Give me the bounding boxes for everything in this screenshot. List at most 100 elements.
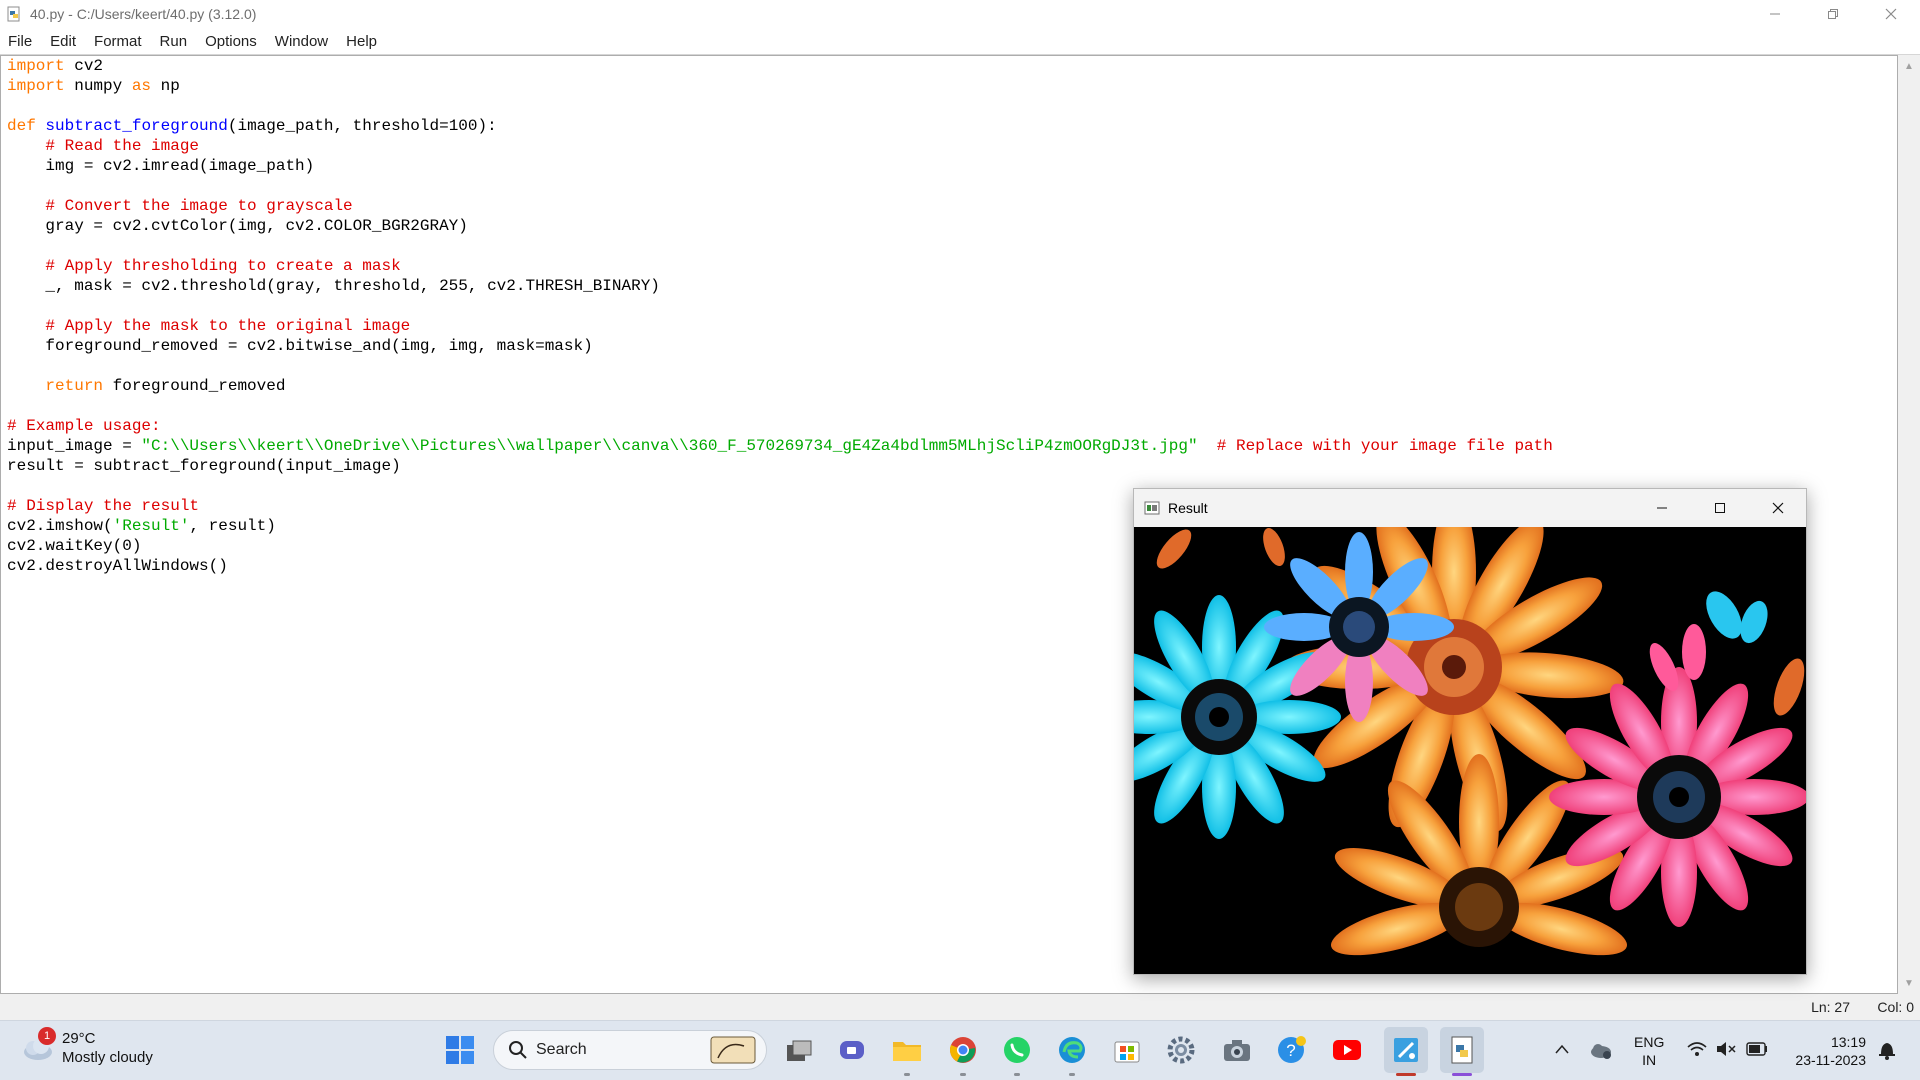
python-file-icon <box>1451 1036 1473 1064</box>
code-line[interactable]: # Apply thresholding to create a mask <box>7 256 1553 276</box>
code-line[interactable] <box>7 96 1553 116</box>
edge-button[interactable] <box>1056 1034 1088 1066</box>
weather-description: Mostly cloudy <box>62 1049 153 1066</box>
clock-time: 13:19 <box>1830 1034 1866 1050</box>
teams-chat-button[interactable] <box>836 1035 868 1067</box>
close-button[interactable] <box>1862 0 1920 28</box>
code-line[interactable]: foreground_removed = cv2.bitwise_and(img… <box>7 336 1553 356</box>
python-editor-taskbar-button[interactable] <box>1440 1027 1484 1073</box>
code-token: # Replace with your image file path <box>1216 437 1553 455</box>
code-line[interactable]: def subtract_foreground(image_path, thre… <box>7 116 1553 136</box>
code-token: return <box>45 377 104 395</box>
code-line[interactable]: _, mask = cv2.threshold(gray, threshold,… <box>7 276 1553 296</box>
python-shell-icon <box>1394 1038 1418 1062</box>
whatsapp-button[interactable] <box>1001 1034 1033 1066</box>
clock-date: 23-11-2023 <box>1795 1052 1866 1068</box>
code-token: subtract_foreground <box>45 117 228 135</box>
code-line[interactable]: # Read the image <box>7 136 1553 156</box>
code-token: # Convert the image to grayscale <box>45 197 353 215</box>
code-token: # Example usage: <box>7 417 161 435</box>
windows-start-icon <box>446 1036 474 1064</box>
result-minimize-button[interactable] <box>1633 489 1691 527</box>
code-line[interactable] <box>7 236 1553 256</box>
get-help-button[interactable]: ? <box>1276 1034 1308 1066</box>
taskbar-search-box[interactable]: Search <box>493 1030 767 1070</box>
python-file-icon <box>7 6 20 22</box>
minimize-icon <box>1657 507 1667 509</box>
code-line[interactable]: # Apply the mask to the original image <box>7 316 1553 336</box>
idle-active-indicator <box>1396 1073 1416 1076</box>
search-icon <box>509 1041 527 1059</box>
vertical-scrollbar[interactable]: ▲ ▼ <box>1898 55 1920 994</box>
menu-edit[interactable]: Edit <box>41 33 85 50</box>
restore-button[interactable] <box>1804 0 1862 28</box>
code-token: foreground_removed = cv2.bitwise_and(img… <box>7 337 593 355</box>
code-token: cv2.destroyAllWindows() <box>7 557 228 575</box>
menu-options[interactable]: Options <box>196 33 266 50</box>
chrome-button[interactable] <box>947 1034 979 1066</box>
weather-temperature: 29°C <box>62 1030 96 1047</box>
task-view-button[interactable] <box>783 1035 815 1067</box>
search-highlight-icon <box>710 1036 756 1064</box>
python-idle-taskbar-button[interactable] <box>1384 1027 1428 1073</box>
result-window[interactable]: Result <box>1133 488 1807 975</box>
language-indicator[interactable]: ENG IN <box>1634 1033 1664 1069</box>
close-icon <box>1885 8 1897 20</box>
notifications-button[interactable] <box>1876 1039 1898 1061</box>
code-token: # Display the result <box>7 497 200 515</box>
menu-file[interactable]: File <box>0 33 41 50</box>
code-line[interactable]: input_image = "C:\\Users\\keert\\OneDriv… <box>7 436 1553 456</box>
camera-button[interactable] <box>1221 1034 1253 1066</box>
scroll-up-icon[interactable]: ▲ <box>1898 57 1920 75</box>
wifi-tray-button[interactable] <box>1686 1039 1708 1059</box>
clock[interactable]: 13:19 23-11-2023 <box>1786 1033 1866 1069</box>
code-line[interactable]: import numpy as np <box>7 76 1553 96</box>
result-maximize-button[interactable] <box>1691 489 1749 527</box>
file-explorer-button[interactable] <box>891 1034 923 1066</box>
onedrive-tray-button[interactable] <box>1588 1039 1614 1061</box>
code-line[interactable]: # Example usage: <box>7 416 1553 436</box>
code-line[interactable]: img = cv2.imread(image_path) <box>7 156 1553 176</box>
folder-icon <box>893 1042 921 1061</box>
weather-widget[interactable]: 1 29°C Mostly cloudy <box>20 1027 153 1067</box>
result-title: Result <box>1168 500 1208 516</box>
cursor-line: Ln: 27 <box>1811 999 1850 1015</box>
cursor-column: Col: 0 <box>1877 999 1914 1015</box>
code-line[interactable]: import cv2 <box>7 56 1553 76</box>
code-line[interactable]: # Convert the image to grayscale <box>7 196 1553 216</box>
battery-tray-button[interactable] <box>1745 1039 1769 1059</box>
code-token: foreground_removed <box>103 377 286 395</box>
search-label: Search <box>536 1041 587 1058</box>
menu-bar: File Edit Format Run Options Window Help <box>0 28 1920 55</box>
code-token: def <box>7 117 36 135</box>
code-token: result = subtract_foreground(input_image… <box>7 457 401 475</box>
menu-help[interactable]: Help <box>337 33 386 50</box>
gear-icon <box>1167 1036 1195 1064</box>
code-line[interactable]: gray = cv2.cvtColor(img, cv2.COLOR_BGR2G… <box>7 216 1553 236</box>
menu-window[interactable]: Window <box>266 33 337 50</box>
code-line[interactable] <box>7 296 1553 316</box>
restore-icon <box>1828 9 1838 19</box>
menu-run[interactable]: Run <box>151 33 197 50</box>
youtube-button[interactable] <box>1331 1034 1363 1066</box>
result-close-button[interactable] <box>1749 489 1807 527</box>
settings-button[interactable] <box>1165 1034 1197 1066</box>
explorer-running-indicator <box>904 1073 910 1076</box>
start-button[interactable] <box>444 1034 476 1066</box>
whatsapp-icon <box>1004 1037 1030 1063</box>
volume-tray-button[interactable] <box>1715 1039 1737 1059</box>
code-line[interactable]: result = subtract_foreground(input_image… <box>7 456 1553 476</box>
minimize-button[interactable] <box>1746 0 1804 28</box>
microsoft-store-button[interactable] <box>1111 1034 1143 1066</box>
code-line[interactable]: return foreground_removed <box>7 376 1553 396</box>
menu-format[interactable]: Format <box>85 33 151 50</box>
code-token: import <box>7 57 65 75</box>
code-line[interactable] <box>7 396 1553 416</box>
code-line[interactable] <box>7 176 1553 196</box>
result-image <box>1134 527 1806 974</box>
show-hidden-icons-button[interactable] <box>1552 1039 1572 1059</box>
code-line[interactable] <box>7 356 1553 376</box>
scroll-down-icon[interactable]: ▼ <box>1898 974 1920 992</box>
